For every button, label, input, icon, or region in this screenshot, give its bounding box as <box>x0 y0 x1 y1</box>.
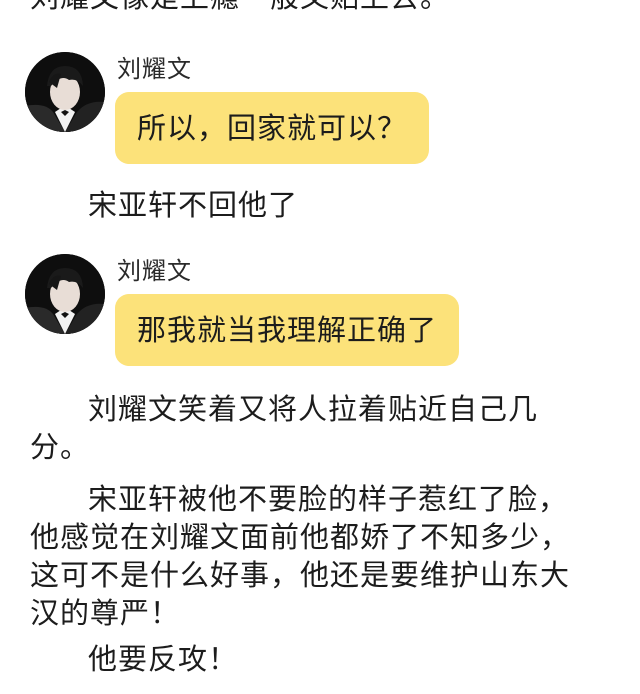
chat-bubble: 那我就当我理解正确了 <box>115 294 460 366</box>
story-line-no-reply: 宋亚轩不回他了 <box>88 188 299 222</box>
story-line-fight: 他要反攻！ <box>88 642 239 676</box>
avatar-icon[interactable] <box>25 254 105 334</box>
avatar-icon[interactable] <box>25 52 105 132</box>
chat-bubble: 所以，回家就可以？ <box>115 92 430 164</box>
story-line-top: 刘耀文像是上瘾一般又贴上去。 <box>30 0 595 16</box>
story-line-blush: 宋亚轩被他不要脸的样子惹红了脸，他感觉在刘耀文面前他都娇了不知多少，这可不是什么… <box>30 482 571 630</box>
sender-name: 刘耀文 <box>117 55 192 83</box>
sender-name: 刘耀文 <box>117 257 192 285</box>
story-line-smile: 刘耀文笑着又将人拉着贴近自己几分。 <box>30 392 539 464</box>
